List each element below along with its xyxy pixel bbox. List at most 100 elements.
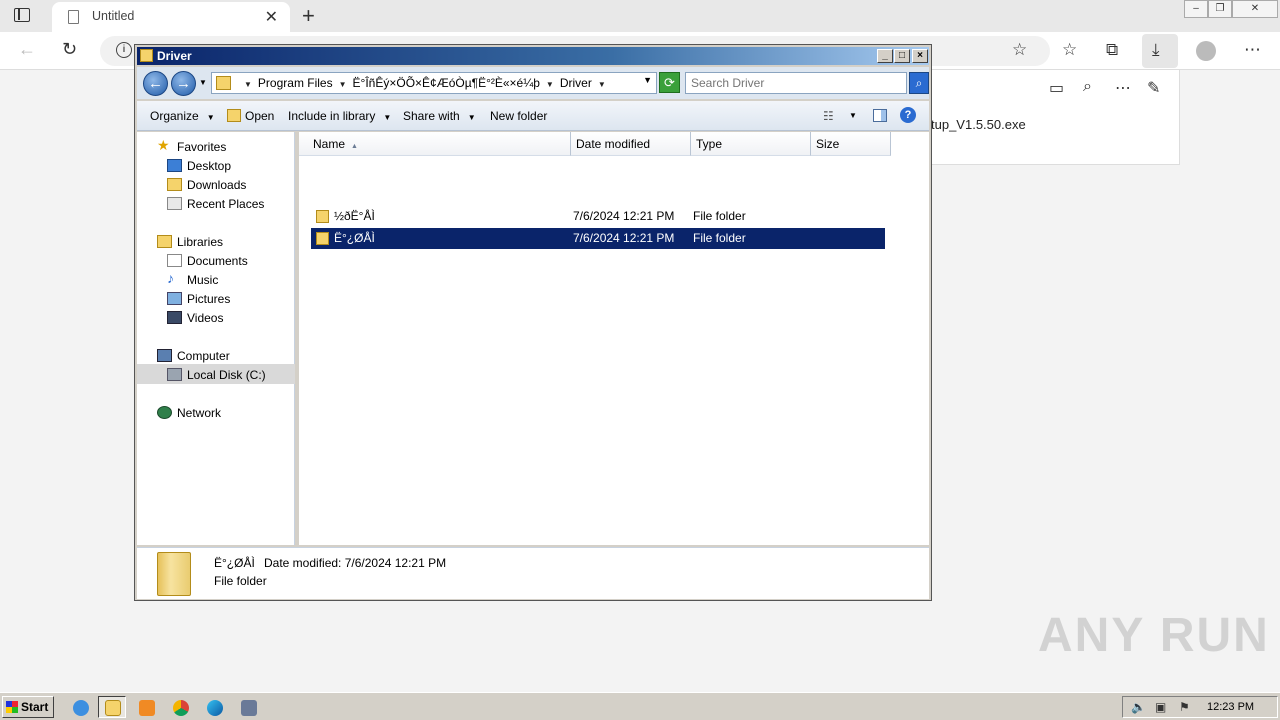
open-folder-icon[interactable]: ▭ [1049, 78, 1064, 98]
drive-icon [167, 368, 182, 381]
column-header-name[interactable]: Name ▲ [299, 132, 571, 156]
action-center-flag-icon[interactable]: ⚑ [1179, 700, 1190, 714]
clock[interactable]: 12:23 PM [1207, 701, 1254, 713]
file-name: Ë°¿ØÅÌ [334, 231, 375, 245]
preview-pane-icon[interactable] [873, 109, 887, 122]
close-button[interactable]: × [912, 49, 928, 63]
profile-avatar[interactable] [1196, 41, 1216, 61]
taskbar-media-player[interactable] [132, 696, 160, 718]
forward-icon[interactable]: → [171, 71, 196, 96]
file-row[interactable]: ½ðË°ÅÌ 7/6/2024 12:21 PM File folder [311, 206, 885, 227]
refresh-icon[interactable]: ↻ [62, 39, 77, 60]
new-folder-button[interactable]: New folder [490, 109, 547, 123]
network-icon [157, 406, 172, 419]
breadcrumb-item[interactable]: Driver [560, 76, 592, 90]
desktop-icon [167, 159, 182, 172]
nav-favorites[interactable]: Favorites [177, 140, 226, 154]
libraries-icon [157, 235, 172, 248]
help-icon[interactable]: ? [900, 107, 916, 123]
recent-pages-icon[interactable]: ▼ [199, 78, 207, 87]
download-icon[interactable]: ⤓ [1152, 40, 1160, 60]
restore-button[interactable]: ❐ [1208, 0, 1232, 18]
nav-local-disk[interactable]: Local Disk (C:) [187, 368, 266, 382]
more-icon[interactable]: ⋯ [1244, 40, 1261, 60]
include-in-library-button[interactable]: Include in library ▼ [288, 109, 391, 123]
network-status-icon[interactable]: ▣ [1155, 700, 1166, 714]
breadcrumb-item[interactable]: Program Files [258, 76, 333, 90]
browser-tab[interactable]: Untitled ✕ [52, 2, 290, 32]
breadcrumb-item[interactable]: Ë°ÎñÊý×ÖÕ×Ê¢ÆóÒµ¶Ë°²È«×é¼þ [353, 76, 540, 90]
nav-pictures[interactable]: Pictures [187, 292, 230, 306]
nav-libraries[interactable]: Libraries [177, 235, 223, 249]
favorites-icon[interactable]: ☆ [1062, 40, 1077, 60]
downloads-button[interactable] [1142, 34, 1178, 68]
site-info-icon[interactable]: i [116, 42, 132, 58]
chevron-icon[interactable]: ▼ [598, 80, 606, 89]
close-button[interactable]: ✕ [1232, 0, 1278, 18]
share-with-button[interactable]: Share with ▼ [403, 109, 476, 123]
column-header-type[interactable]: Type [691, 132, 811, 156]
column-header-date[interactable]: Date modified [571, 132, 691, 156]
chevron-down-icon[interactable]: ▼ [643, 75, 652, 85]
sort-ascending-icon: ▲ [351, 143, 358, 150]
taskbar-edge[interactable] [200, 696, 228, 718]
folder-icon [316, 232, 329, 245]
edge-icon [207, 700, 223, 716]
taskbar-ie[interactable] [66, 696, 94, 718]
chevron-icon[interactable]: ▼ [244, 80, 252, 89]
breadcrumb[interactable]: ▼ Program Files ▼ Ë°ÎñÊý×ÖÕ×Ê¢ÆóÒµ¶Ë°²È«×é¼… [211, 72, 657, 94]
pin-icon[interactable]: ✎ [1147, 78, 1160, 98]
nav-documents[interactable]: Documents [187, 254, 248, 268]
taskbar-app[interactable] [234, 696, 262, 718]
page-icon [68, 10, 79, 24]
collections-icon[interactable]: ⧉ [1106, 40, 1118, 60]
nav-desktop[interactable]: Desktop [187, 159, 231, 173]
nav-downloads[interactable]: Downloads [187, 178, 246, 192]
search-icon[interactable]: ⌕ [1083, 78, 1092, 96]
explorer-titlebar[interactable]: Driver _ □ × [137, 47, 929, 65]
minimize-button[interactable]: – [1184, 0, 1208, 18]
taskbar: Start 🔈 ▣ ⚑ 12:23 PM [0, 692, 1280, 720]
organize-button[interactable]: Organize ▼ [150, 109, 215, 123]
command-bar: Organize ▼ Open Include in library ▼ Share… [137, 101, 929, 131]
column-header-size[interactable]: Size [811, 132, 891, 156]
chevron-down-icon[interactable]: ▼ [849, 111, 857, 120]
file-type: File folder [693, 209, 746, 223]
tab-title: Untitled [92, 9, 135, 23]
column-name-label: Name [313, 137, 346, 151]
open-button[interactable]: Open [245, 109, 274, 123]
back-icon[interactable]: ← [143, 71, 168, 96]
details-type: File folder [214, 574, 267, 588]
back-icon[interactable]: ← [18, 39, 36, 60]
nav-videos[interactable]: Videos [187, 311, 223, 325]
search-box[interactable] [685, 72, 907, 94]
nav-network[interactable]: Network [177, 406, 221, 420]
new-tab-button[interactable]: + [302, 3, 315, 29]
tab-actions-icon[interactable] [14, 8, 30, 22]
nav-recent-places[interactable]: Recent Places [187, 197, 264, 211]
nav-computer[interactable]: Computer [177, 349, 230, 363]
navigation-pane: ★ Favorites Desktop Downloads Recent Pla… [137, 132, 295, 545]
more-options-icon[interactable]: ⋯ [1115, 78, 1131, 98]
add-favorite-icon[interactable]: ☆ [1012, 40, 1027, 60]
details-date-modified: Date modified: 7/6/2024 12:21 PM [264, 556, 447, 570]
nav-music[interactable]: Music [187, 273, 218, 287]
search-input[interactable] [691, 74, 891, 92]
file-row-selected[interactable]: Ë°¿ØÅÌ 7/6/2024 12:21 PM File folder [311, 228, 885, 249]
search-icon[interactable]: ⌕ [909, 72, 929, 94]
volume-icon[interactable]: 🔈 [1131, 700, 1146, 714]
minimize-button[interactable]: _ [877, 49, 893, 63]
taskbar-chrome[interactable] [166, 696, 194, 718]
tab-close-icon[interactable]: ✕ [265, 7, 278, 27]
view-options-icon[interactable]: ☷ [823, 109, 834, 123]
download-filename[interactable]: tup_V1.5.50.exe [931, 117, 1026, 132]
folder-icon [316, 210, 329, 223]
refresh-icon[interactable]: ⟳ [659, 72, 680, 93]
chevron-icon[interactable]: ▼ [546, 80, 554, 89]
maximize-button[interactable]: □ [894, 49, 910, 63]
start-button[interactable]: Start [2, 696, 54, 718]
file-date: 7/6/2024 12:21 PM [573, 209, 675, 223]
organize-label: Organize [150, 109, 199, 123]
taskbar-explorer[interactable] [98, 696, 126, 718]
chevron-icon[interactable]: ▼ [339, 80, 347, 89]
